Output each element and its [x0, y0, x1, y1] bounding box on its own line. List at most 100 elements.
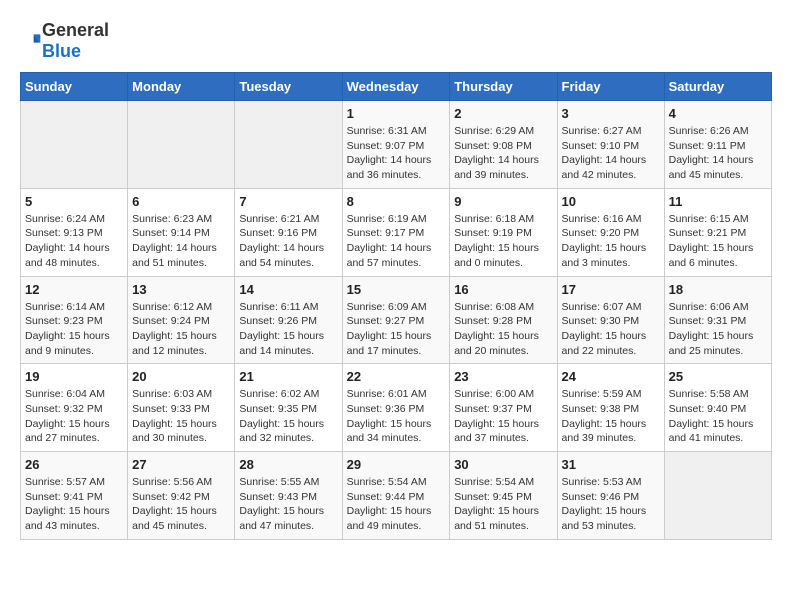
day-number: 21 [239, 369, 337, 384]
calendar-week-row: 12 Sunrise: 6:14 AM Sunset: 9:23 PM Dayli… [21, 276, 772, 364]
calendar-week-row: 1 Sunrise: 6:31 AM Sunset: 9:07 PM Daylig… [21, 101, 772, 189]
calendar-cell: 15Sunrise: 6:09 AM Sunset: 9:27 PM Dayli… [342, 276, 450, 364]
calendar-cell: 20 Sunrise: 6:03 AM Sunset: 9:33 PM Dayli… [128, 364, 235, 452]
day-info: Sunrise: 6:08 AM Sunset: 9:28 PM Dayligh… [454, 300, 552, 359]
day-info: Sunrise: 5:58 AM Sunset: 9:40 PM Dayligh… [669, 387, 767, 446]
day-info: Sunrise: 6:07 AM Sunset: 9:30 PM Dayligh… [562, 300, 660, 359]
calendar-cell: 23 Sunrise: 6:00 AM Sunset: 9:37 PM Dayli… [450, 364, 557, 452]
day-number: 12 [25, 282, 123, 297]
calendar-cell: 19 Sunrise: 6:04 AM Sunset: 9:32 PM Dayli… [21, 364, 128, 452]
day-number: 4 [669, 106, 767, 121]
calendar-cell: 2 Sunrise: 6:29 AM Sunset: 9:08 PM Daylig… [450, 101, 557, 189]
weekday-header-saturday: Saturday [664, 73, 771, 101]
day-info: Sunrise: 5:57 AM Sunset: 9:41 PM Dayligh… [25, 475, 123, 534]
calendar-cell: 6 Sunrise: 6:23 AM Sunset: 9:14 PM Daylig… [128, 188, 235, 276]
logo: General Blue [20, 20, 109, 62]
calendar-cell: 21 Sunrise: 6:02 AM Sunset: 9:35 PM Dayli… [235, 364, 342, 452]
weekday-header-monday: Monday [128, 73, 235, 101]
day-number: 3 [562, 106, 660, 121]
day-number: 14 [239, 282, 337, 297]
day-info: Sunrise: 5:56 AM Sunset: 9:42 PM Dayligh… [132, 475, 230, 534]
day-info: Sunrise: 6:23 AM Sunset: 9:14 PM Dayligh… [132, 212, 230, 271]
calendar-cell: 4 Sunrise: 6:26 AM Sunset: 9:11 PM Daylig… [664, 101, 771, 189]
calendar-cell [664, 452, 771, 540]
day-number: 23 [454, 369, 552, 384]
day-info: Sunrise: 6:14 AM Sunset: 9:23 PM Dayligh… [25, 300, 123, 359]
calendar-cell: 14 Sunrise: 6:11 AM Sunset: 9:26 PM Dayli… [235, 276, 342, 364]
day-number: 16 [454, 282, 552, 297]
calendar-cell: 28 Sunrise: 5:55 AM Sunset: 9:43 PM Dayli… [235, 452, 342, 540]
day-number: 15 [347, 282, 446, 297]
day-number: 18 [669, 282, 767, 297]
calendar-cell: 7 Sunrise: 6:21 AM Sunset: 9:16 PM Daylig… [235, 188, 342, 276]
day-number: 2 [454, 106, 552, 121]
day-info: Sunrise: 6:18 AM Sunset: 9:19 PM Dayligh… [454, 212, 552, 271]
day-info: Sunrise: 6:02 AM Sunset: 9:35 PM Dayligh… [239, 387, 337, 446]
day-info: Sunrise: 6:04 AM Sunset: 9:32 PM Dayligh… [25, 387, 123, 446]
calendar-cell: 25 Sunrise: 5:58 AM Sunset: 9:40 PM Dayli… [664, 364, 771, 452]
day-number: 10 [562, 194, 660, 209]
calendar-cell: 8 Sunrise: 6:19 AM Sunset: 9:17 PM Daylig… [342, 188, 450, 276]
calendar-week-row: 26Sunrise: 5:57 AM Sunset: 9:41 PM Dayli… [21, 452, 772, 540]
day-info: Sunrise: 6:03 AM Sunset: 9:33 PM Dayligh… [132, 387, 230, 446]
calendar-cell: 16 Sunrise: 6:08 AM Sunset: 9:28 PM Dayli… [450, 276, 557, 364]
day-info: Sunrise: 6:31 AM Sunset: 9:07 PM Dayligh… [347, 124, 446, 183]
calendar-cell: 11 Sunrise: 6:15 AM Sunset: 9:21 PM Dayli… [664, 188, 771, 276]
weekday-header-thursday: Thursday [450, 73, 557, 101]
day-info: Sunrise: 6:26 AM Sunset: 9:11 PM Dayligh… [669, 124, 767, 183]
day-number: 6 [132, 194, 230, 209]
calendar-cell: 12 Sunrise: 6:14 AM Sunset: 9:23 PM Dayli… [21, 276, 128, 364]
day-info: Sunrise: 6:15 AM Sunset: 9:21 PM Dayligh… [669, 212, 767, 271]
day-info: Sunrise: 5:53 AM Sunset: 9:46 PM Dayligh… [562, 475, 660, 534]
weekday-header-friday: Friday [557, 73, 664, 101]
day-info: Sunrise: 5:54 AM Sunset: 9:45 PM Dayligh… [454, 475, 552, 534]
day-info: Sunrise: 6:01 AM Sunset: 9:36 PM Dayligh… [347, 387, 446, 446]
day-info: Sunrise: 6:00 AM Sunset: 9:37 PM Dayligh… [454, 387, 552, 446]
day-number: 11 [669, 194, 767, 209]
day-number: 30 [454, 457, 552, 472]
day-info: Sunrise: 6:16 AM Sunset: 9:20 PM Dayligh… [562, 212, 660, 271]
calendar-cell: 26Sunrise: 5:57 AM Sunset: 9:41 PM Dayli… [21, 452, 128, 540]
calendar-cell: 18Sunrise: 6:06 AM Sunset: 9:31 PM Dayli… [664, 276, 771, 364]
calendar-cell [21, 101, 128, 189]
day-number: 8 [347, 194, 446, 209]
calendar-cell [235, 101, 342, 189]
day-number: 25 [669, 369, 767, 384]
day-info: Sunrise: 6:29 AM Sunset: 9:08 PM Dayligh… [454, 124, 552, 183]
calendar-cell: 31 Sunrise: 5:53 AM Sunset: 9:46 PM Dayli… [557, 452, 664, 540]
logo-blue: Blue [42, 41, 81, 61]
day-info: Sunrise: 6:24 AM Sunset: 9:13 PM Dayligh… [25, 212, 123, 271]
day-info: Sunrise: 6:19 AM Sunset: 9:17 PM Dayligh… [347, 212, 446, 271]
calendar-cell: 3 Sunrise: 6:27 AM Sunset: 9:10 PM Daylig… [557, 101, 664, 189]
calendar-cell: 30 Sunrise: 5:54 AM Sunset: 9:45 PM Dayli… [450, 452, 557, 540]
calendar-cell: 10 Sunrise: 6:16 AM Sunset: 9:20 PM Dayli… [557, 188, 664, 276]
calendar-cell: 22Sunrise: 6:01 AM Sunset: 9:36 PM Dayli… [342, 364, 450, 452]
day-info: Sunrise: 6:27 AM Sunset: 9:10 PM Dayligh… [562, 124, 660, 183]
day-number: 17 [562, 282, 660, 297]
calendar-cell: 9 Sunrise: 6:18 AM Sunset: 9:19 PM Daylig… [450, 188, 557, 276]
day-number: 9 [454, 194, 552, 209]
calendar-table: SundayMondayTuesdayWednesdayThursdayFrid… [20, 72, 772, 540]
day-number: 5 [25, 194, 123, 209]
day-number: 20 [132, 369, 230, 384]
calendar-header: SundayMondayTuesdayWednesdayThursdayFrid… [21, 73, 772, 101]
day-info: Sunrise: 6:21 AM Sunset: 9:16 PM Dayligh… [239, 212, 337, 271]
calendar-cell [128, 101, 235, 189]
day-number: 19 [25, 369, 123, 384]
day-info: Sunrise: 5:59 AM Sunset: 9:38 PM Dayligh… [562, 387, 660, 446]
day-info: Sunrise: 6:12 AM Sunset: 9:24 PM Dayligh… [132, 300, 230, 359]
day-number: 24 [562, 369, 660, 384]
day-number: 7 [239, 194, 337, 209]
day-number: 13 [132, 282, 230, 297]
calendar-body: 1 Sunrise: 6:31 AM Sunset: 9:07 PM Daylig… [21, 101, 772, 540]
day-info: Sunrise: 6:11 AM Sunset: 9:26 PM Dayligh… [239, 300, 337, 359]
day-number: 31 [562, 457, 660, 472]
weekday-header-sunday: Sunday [21, 73, 128, 101]
calendar-cell: 29Sunrise: 5:54 AM Sunset: 9:44 PM Dayli… [342, 452, 450, 540]
day-number: 27 [132, 457, 230, 472]
day-number: 28 [239, 457, 337, 472]
day-number: 1 [347, 106, 446, 121]
day-info: Sunrise: 5:55 AM Sunset: 9:43 PM Dayligh… [239, 475, 337, 534]
calendar-cell: 1 Sunrise: 6:31 AM Sunset: 9:07 PM Daylig… [342, 101, 450, 189]
weekday-header-row: SundayMondayTuesdayWednesdayThursdayFrid… [21, 73, 772, 101]
